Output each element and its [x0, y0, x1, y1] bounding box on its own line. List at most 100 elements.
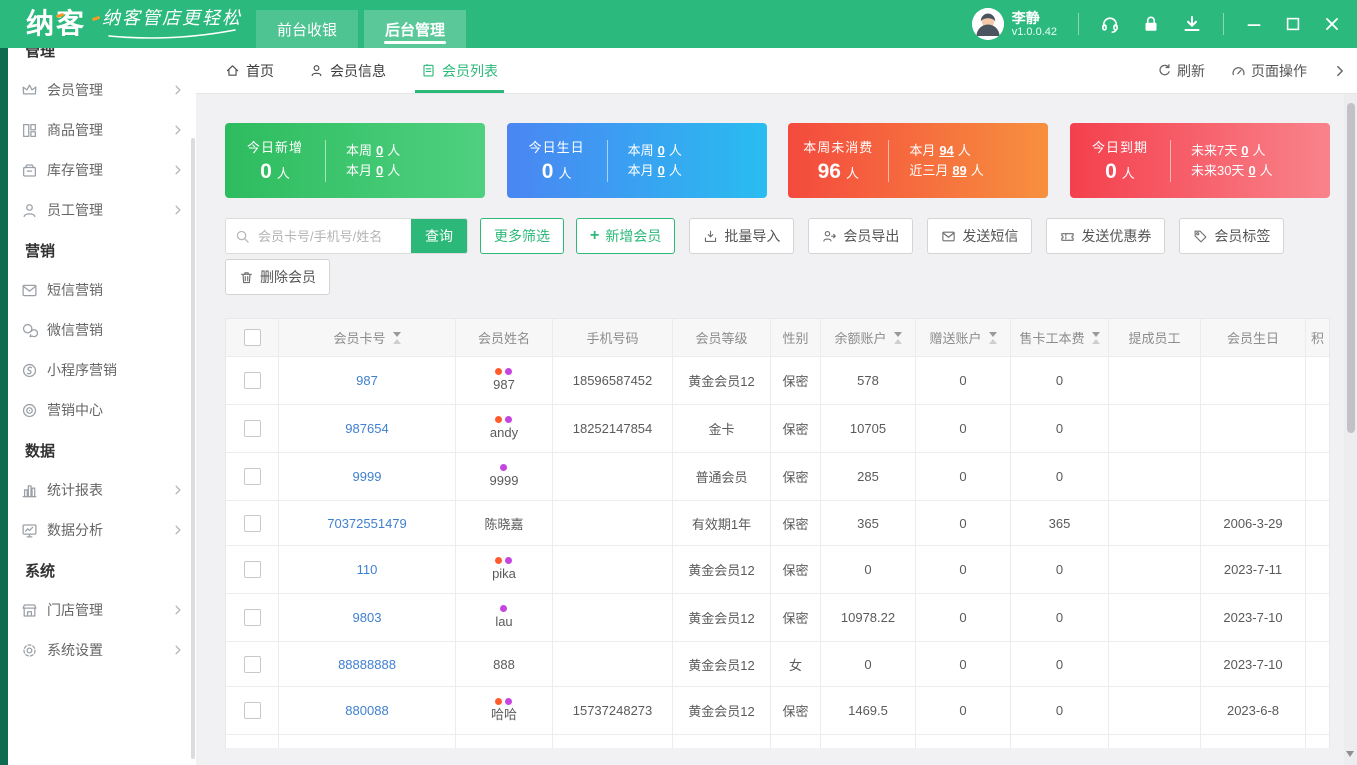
cell-level: 金卡: [673, 405, 771, 453]
download-icon[interactable]: [1182, 14, 1202, 34]
header-cell-extra: 积: [1306, 319, 1329, 357]
tag-dot: [505, 556, 513, 564]
wechat-icon: [21, 322, 38, 339]
member-card-link[interactable]: 9999: [353, 469, 382, 484]
cell-gender: 保密: [771, 501, 821, 546]
sidebar-scrollbar[interactable]: [191, 138, 195, 759]
tab-home[interactable]: 首页: [225, 48, 274, 93]
page-actions-button[interactable]: 页面操作: [1231, 61, 1307, 81]
send-sms-button[interactable]: 发送短信: [927, 218, 1033, 254]
nav-tab-backend-admin[interactable]: 后台管理: [364, 10, 467, 48]
sort-icon[interactable]: [392, 331, 401, 344]
row-checkbox[interactable]: [243, 609, 261, 626]
sidebar-item-stats-report[interactable]: 统计报表: [8, 470, 196, 510]
minimize-icon[interactable]: [1245, 15, 1263, 33]
row-checkbox[interactable]: [243, 372, 261, 389]
sort-icon[interactable]: [893, 331, 902, 344]
sidebar-item-data-analysis[interactable]: 数据分析: [8, 510, 196, 550]
stat-sub-number[interactable]: 0: [658, 143, 665, 158]
cell-balance: 285: [821, 453, 916, 501]
member-card-link[interactable]: 9803: [353, 610, 382, 625]
sidebar-item-marketing-center[interactable]: 营销中心: [8, 390, 196, 430]
cell-gender: 保密: [771, 357, 821, 405]
member-card-link[interactable]: 880088: [345, 703, 388, 718]
table-row: 9999 9999 普通会员 保密 285 0 0: [226, 453, 1329, 501]
sort-icon[interactable]: [1091, 331, 1100, 344]
cell-card_fee: 0: [1011, 546, 1109, 594]
user-chip[interactable]: 李静 v1.0.0.42: [971, 8, 1057, 40]
select-all-checkbox[interactable]: [243, 329, 261, 346]
stat-sub-number[interactable]: 0: [658, 163, 665, 178]
cell-card_no: 70372551479: [279, 501, 456, 546]
sidebar-item-member-management[interactable]: 会员管理: [8, 70, 196, 110]
member-export-button[interactable]: 会员导出: [808, 218, 914, 254]
row-checkbox[interactable]: [243, 468, 261, 485]
member-card-link[interactable]: 987654: [345, 421, 388, 436]
stat-card-number: 0: [260, 160, 272, 183]
row-checkbox[interactable]: [243, 561, 261, 578]
stat-card-main: 今日到期 0 人: [1070, 137, 1170, 184]
sidebar-item-label: 微信营销: [47, 322, 103, 338]
cell-gift: 0: [916, 594, 1011, 642]
sidebar-item-wechat-marketing[interactable]: 微信营销: [8, 310, 196, 350]
send-coupon-button[interactable]: 发送优惠券: [1046, 218, 1166, 254]
cell-extra: [1306, 594, 1329, 642]
main-scrollbar-thumb[interactable]: [1347, 103, 1355, 433]
person-export-icon: [822, 229, 837, 244]
member-card-link[interactable]: 70372551479: [327, 516, 407, 531]
sidebar-item-system-settings[interactable]: 系统设置: [8, 630, 196, 670]
sidebar-item-staff-management[interactable]: 员工管理: [8, 190, 196, 230]
cell-birthday: [1201, 453, 1306, 501]
customer-service-icon[interactable]: [1100, 14, 1120, 34]
stat-card-sub: 本周 0 人本月 0 人: [608, 141, 767, 181]
cell-card_fee: 365: [1011, 501, 1109, 546]
stat-sub-unit: 人: [668, 162, 682, 178]
scroll-down-arrow-icon[interactable]: [1346, 751, 1354, 757]
delete-member-button[interactable]: 删除会员: [225, 259, 330, 295]
stat-card-title: 今日生日: [528, 140, 585, 155]
cell-level: 有效期1年: [673, 501, 771, 546]
chevron-right-icon[interactable]: [1333, 64, 1347, 78]
stat-sub-number[interactable]: 0: [1248, 163, 1255, 178]
table-row: 70372551479 陈晓嘉 有效期1年 保密 365 0 365 2006-3-29: [226, 501, 1329, 546]
nav-tab-front-cashier[interactable]: 前台收银: [256, 10, 359, 48]
refresh-button[interactable]: 刷新: [1157, 61, 1205, 81]
stat-sub-number[interactable]: 0: [376, 143, 383, 158]
lock-icon[interactable]: [1141, 14, 1161, 34]
tab-member-info[interactable]: 会员信息: [309, 48, 386, 93]
search-button[interactable]: 查询: [411, 219, 467, 253]
stat-sub-number[interactable]: 94: [939, 143, 953, 158]
add-member-button[interactable]: + 新增会员: [576, 218, 676, 254]
sidebar-item-inventory-management[interactable]: 库存管理: [8, 150, 196, 190]
stat-sub-unit: 人: [387, 162, 401, 178]
trash-icon: [239, 270, 254, 285]
row-checkbox[interactable]: [243, 655, 261, 673]
sort-icon[interactable]: [988, 331, 997, 344]
stat-sub-number[interactable]: 89: [952, 163, 966, 178]
sidebar-item-store-management[interactable]: 门店管理: [8, 590, 196, 630]
member-search-input[interactable]: [250, 219, 411, 253]
member-card-link[interactable]: 987: [356, 373, 378, 388]
maximize-icon[interactable]: [1284, 15, 1302, 33]
row-checkbox[interactable]: [243, 702, 261, 719]
close-icon[interactable]: [1323, 15, 1341, 33]
sidebar-item-miniprogram-marketing[interactable]: 小程序营销: [8, 350, 196, 390]
staff-icon: [21, 202, 38, 219]
stat-sub-number[interactable]: 0: [1241, 143, 1248, 158]
stat-sub-number[interactable]: 0: [376, 163, 383, 178]
sidebar-item-label: 系统设置: [47, 642, 103, 658]
tab-member-list[interactable]: 会员列表: [415, 48, 504, 93]
sidebar-item-sms-marketing[interactable]: 短信营销: [8, 270, 196, 310]
cell-name: 9999: [456, 453, 553, 501]
member-card-link[interactable]: 110: [357, 562, 378, 577]
row-checkbox[interactable]: [243, 420, 261, 437]
member-card-link[interactable]: 88888888: [338, 657, 396, 672]
batch-import-button[interactable]: 批量导入: [689, 218, 795, 254]
row-checkbox[interactable]: [243, 514, 261, 532]
sidebar-item-goods-management[interactable]: 商品管理: [8, 110, 196, 150]
cell-name: [456, 735, 553, 748]
more-filter-button[interactable]: 更多筛选: [480, 218, 564, 254]
cell-gift: 0: [916, 642, 1011, 687]
member-tag-button[interactable]: 会员标签: [1179, 218, 1285, 254]
member-name: 888: [456, 642, 553, 687]
